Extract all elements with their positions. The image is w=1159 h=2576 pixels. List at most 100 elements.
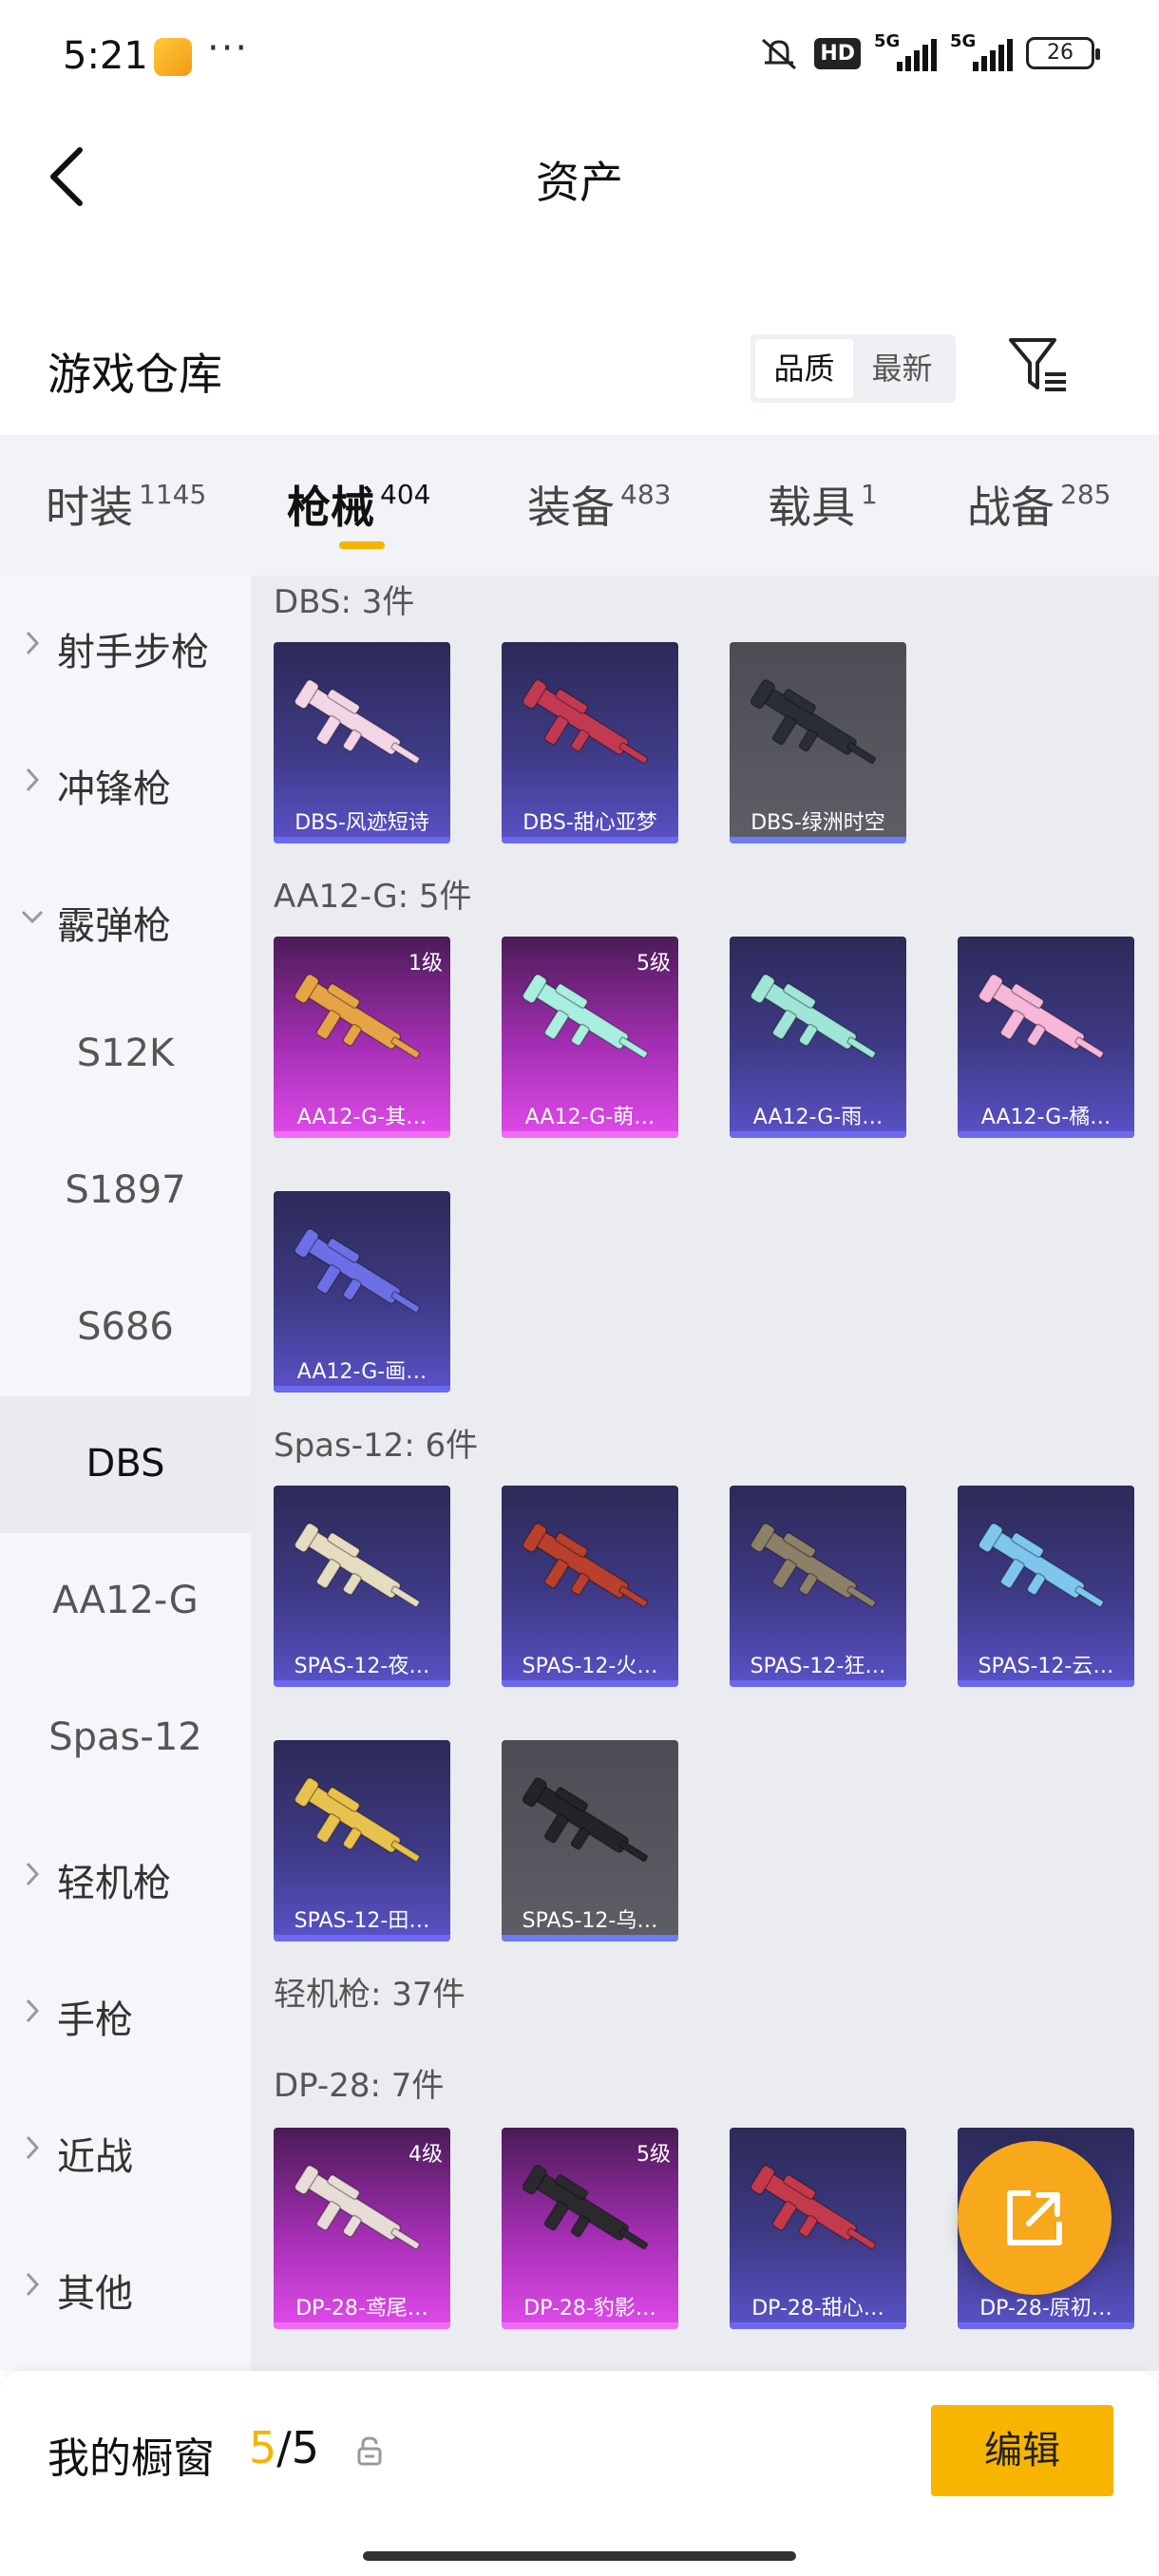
sidebar-item[interactable]: 手枪 (0, 1943, 251, 2080)
sidebar-item-label: 轻机枪 (57, 1862, 171, 1905)
weapon-card[interactable]: SPAS-12-云… (958, 1486, 1134, 1687)
group-label-dp28: DP-28: 7件 (274, 2067, 445, 2105)
sidebar-item-label: 霰弹枪 (57, 904, 171, 948)
rarity-bar (502, 2322, 678, 2329)
rarity-bar (502, 1935, 678, 1941)
weapon-card[interactable]: SPAS-12-狂… (730, 1486, 906, 1687)
sidebar-item-label: S1897 (65, 1168, 186, 1212)
gun-icon (294, 1523, 421, 1608)
sidebar-item-label: Spas-12 (48, 1715, 202, 1759)
rarity-bar (274, 1386, 450, 1392)
weapon-card[interactable]: SPAS-12-火… (502, 1486, 678, 1687)
rarity-bar (274, 1680, 450, 1687)
rarity-bar (958, 2322, 1134, 2329)
sidebar-item[interactable]: 霰弹枪 (0, 849, 251, 986)
sidebar-item[interactable]: S686 (0, 1260, 251, 1396)
gun-icon (750, 679, 877, 765)
gun-icon (522, 974, 649, 1059)
weapon-card[interactable]: SPAS-12-夜… (274, 1486, 450, 1687)
tab-equipment[interactable]: 装备 483 (527, 473, 671, 536)
weapon-card[interactable]: DBS-绿洲时空 (730, 642, 906, 843)
weapon-grid: DBS: 3件 AA12-G: 5件 Spas-12: 6件 轻机枪: 37件 … (251, 576, 1159, 2371)
tab-fashion[interactable]: 时装 1145 (46, 473, 206, 536)
signal-5g-icon-1: 5G (874, 31, 937, 71)
weapon-name: SPAS-12-狂… (750, 1655, 886, 1678)
rarity-bar (958, 1131, 1134, 1138)
rarity-bar (274, 2322, 450, 2329)
tab-supplies[interactable]: 战备 285 (967, 473, 1111, 536)
gun-icon (750, 1523, 877, 1608)
filter-icon[interactable] (1007, 334, 1070, 397)
weapon-name: DP-28-鸢尾… (295, 2297, 428, 2320)
rarity-bar (958, 1680, 1134, 1687)
tab-vehicles[interactable]: 载具 1 (768, 473, 878, 536)
category-tabs: 时装 1145 枪械 404 装备 483 载具 1 战备 285 (0, 435, 1159, 576)
group-label-lmg: 轻机枪: 37件 (274, 1976, 466, 2014)
showcase-bar: 我的橱窗 5/5 编辑 (0, 2371, 1159, 2576)
weapon-card[interactable]: SPAS-12-乌… (502, 1740, 678, 1941)
level-badge: 5级 (636, 2143, 671, 2167)
signal-5g-icon-2: 5G (950, 31, 1013, 71)
gun-icon (750, 974, 877, 1059)
weapon-name: DP-28-豹影… (523, 2297, 656, 2320)
sidebar-item[interactable]: 射手步枪 (0, 576, 251, 712)
weapon-card[interactable]: AA12-G-雨… (730, 937, 906, 1138)
sidebar-item[interactable]: S1897 (0, 1123, 251, 1260)
weapon-card[interactable]: AA12-G-橘… (958, 937, 1134, 1138)
chevron-down-icon (21, 910, 44, 924)
sidebar-item[interactable]: 轻机枪 (0, 1807, 251, 1943)
sidebar-item[interactable]: 冲锋枪 (0, 712, 251, 849)
sort-newest-button[interactable]: 最新 (853, 339, 951, 398)
sort-toggle: 品质 最新 (750, 334, 956, 403)
rarity-bar (730, 1131, 906, 1138)
lock-icon (357, 2436, 382, 2466)
weapon-card[interactable]: SPAS-12-田… (274, 1740, 450, 1941)
weapon-card[interactable]: AA12-G-画… (274, 1191, 450, 1392)
sidebar-item-label: DBS (86, 1442, 165, 1486)
weapon-name: DP-28-甜心… (751, 2297, 884, 2320)
edit-button[interactable]: 编辑 (931, 2405, 1113, 2496)
rarity-bar (502, 837, 678, 843)
sidebar-item[interactable]: S12K (0, 986, 251, 1123)
weapon-card[interactable]: 4级 DP-28-鸢尾… (274, 2128, 450, 2329)
weapon-card[interactable]: 5级 DP-28-豹影… (502, 2128, 678, 2329)
sidebar-item[interactable]: DBS (0, 1396, 251, 1533)
status-bar: 5:21 ··· HD 5G 5G 26 (0, 0, 1159, 114)
weapon-card[interactable]: 1级 AA12-G-其… (274, 937, 450, 1138)
rarity-bar (502, 1680, 678, 1687)
group-label-aa12: AA12-G: 5件 (274, 878, 472, 916)
chevron-right-icon (26, 2135, 40, 2160)
sidebar-item-label: S12K (76, 1032, 175, 1075)
sort-quality-button[interactable]: 品质 (755, 339, 853, 398)
sidebar-item[interactable]: 近战 (0, 2080, 251, 2217)
showcase-count: 5/5 (249, 2422, 320, 2473)
weapon-card[interactable]: DBS-甜心亚梦 (502, 642, 678, 843)
gun-icon (294, 2165, 421, 2250)
weapon-name: AA12-G-萌… (524, 1106, 656, 1129)
sidebar-item[interactable]: AA12-G (0, 1533, 251, 1670)
sidebar-item[interactable]: Spas-12 (0, 1670, 251, 1807)
weapon-name: SPAS-12-火… (522, 1655, 658, 1678)
tab-firearms[interactable]: 枪械 404 (287, 473, 430, 536)
weapon-card[interactable]: DP-28-甜心… (730, 2128, 906, 2329)
weapon-name: SPAS-12-田… (294, 1909, 430, 1933)
level-badge: 4级 (408, 2143, 443, 2167)
weapon-name: DP-28-原初… (979, 2297, 1112, 2320)
section-title: 游戏仓库 (48, 349, 222, 400)
sidebar-item[interactable]: 其他 (0, 2217, 251, 2354)
rarity-bar (274, 1935, 450, 1941)
weapon-card[interactable]: 5级 AA12-G-萌… (502, 937, 678, 1138)
rarity-bar (730, 837, 906, 843)
battery-icon: 26 (1026, 37, 1100, 69)
home-indicator[interactable] (363, 2551, 796, 2561)
more-notifications-icon: ··· (207, 27, 250, 70)
weapon-name: SPAS-12-云… (978, 1655, 1114, 1678)
share-button[interactable] (958, 2141, 1112, 2295)
chevron-right-icon (26, 767, 40, 792)
sidebar-item-label: S686 (77, 1305, 174, 1349)
group-label-spas: Spas-12: 6件 (274, 1427, 479, 1465)
chevron-right-icon (26, 631, 40, 655)
status-time: 5:21 (63, 34, 148, 78)
mute-icon (762, 38, 797, 70)
weapon-card[interactable]: DBS-风迹短诗 (274, 642, 450, 843)
